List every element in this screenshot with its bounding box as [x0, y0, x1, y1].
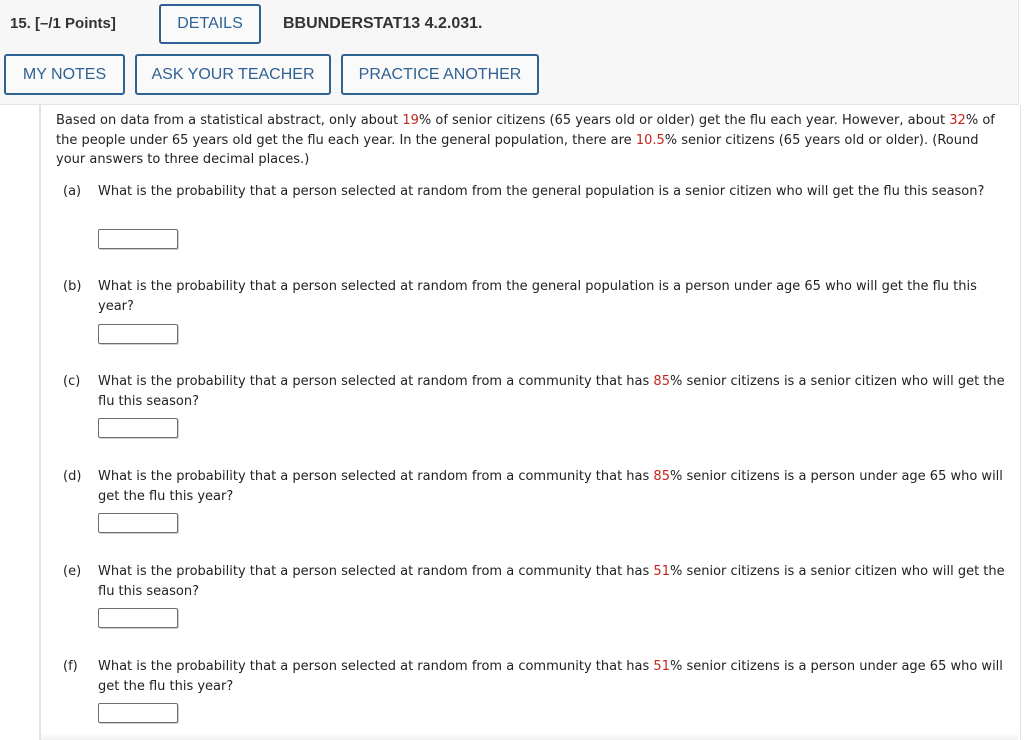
ask-your-teacher-button[interactable]: ASK YOUR TEACHER	[135, 54, 331, 95]
part-c: (c) What is the probability that a perso…	[63, 372, 1013, 411]
part-e: (e) What is the probability that a perso…	[63, 562, 1013, 601]
part-question: What is the probability that a person se…	[98, 279, 977, 314]
practice-another-button[interactable]: PRACTICE ANOTHER	[341, 54, 539, 95]
part-label: (e)	[63, 564, 82, 579]
community-senior-rate: 51	[653, 659, 670, 674]
intro-text: % of senior citizens (65 years old or ol…	[418, 113, 950, 128]
part-label: (f)	[63, 659, 78, 674]
details-button[interactable]: DETAILS	[159, 4, 261, 44]
senior-population-rate: 10.5	[635, 132, 665, 148]
question-body: Based on data from a statistical abstrac…	[39, 105, 1021, 740]
community-senior-rate: 51	[653, 564, 670, 579]
answer-input-c[interactable]	[98, 418, 178, 438]
part-label: (a)	[63, 184, 82, 199]
answer-input-e[interactable]	[98, 608, 178, 628]
answer-input-b[interactable]	[98, 324, 178, 344]
question-number: 15. [–/1 Points]	[10, 15, 116, 32]
part-f: (f) What is the probability that a perso…	[63, 657, 1013, 696]
community-senior-rate: 85	[653, 469, 670, 484]
part-question: What is the probability that a person se…	[98, 659, 1003, 694]
under65-flu-rate: 32	[949, 113, 966, 128]
community-senior-rate: 85	[653, 374, 670, 389]
intro-text: Based on data from a statistical abstrac…	[56, 113, 403, 128]
answer-input-f[interactable]	[98, 703, 178, 723]
part-question: What is the probability that a person se…	[98, 184, 985, 199]
answer-input-a[interactable]	[98, 229, 178, 249]
part-label: (d)	[63, 469, 82, 484]
bottom-shadow	[41, 732, 1018, 740]
question-header: 15. [–/1 Points] DETAILS BBUNDERSTAT13 4…	[0, 0, 1019, 105]
question-code: BBUNDERSTAT13 4.2.031.	[283, 15, 483, 32]
part-question: What is the probability that a person se…	[98, 469, 1003, 504]
part-b: (b) What is the probability that a perso…	[63, 277, 1013, 316]
my-notes-button[interactable]: MY NOTES	[4, 54, 125, 95]
part-a: (a) What is the probability that a perso…	[63, 182, 1013, 202]
answer-input-d[interactable]	[98, 513, 178, 533]
part-question: What is the probability that a person se…	[98, 374, 1005, 409]
part-label: (c)	[63, 374, 81, 389]
part-d: (d) What is the probability that a perso…	[63, 467, 1013, 506]
problem-statement: Based on data from a statistical abstrac…	[56, 111, 1011, 170]
senior-flu-rate: 19	[402, 113, 419, 128]
part-question: What is the probability that a person se…	[98, 564, 1005, 599]
part-label: (b)	[63, 279, 82, 294]
